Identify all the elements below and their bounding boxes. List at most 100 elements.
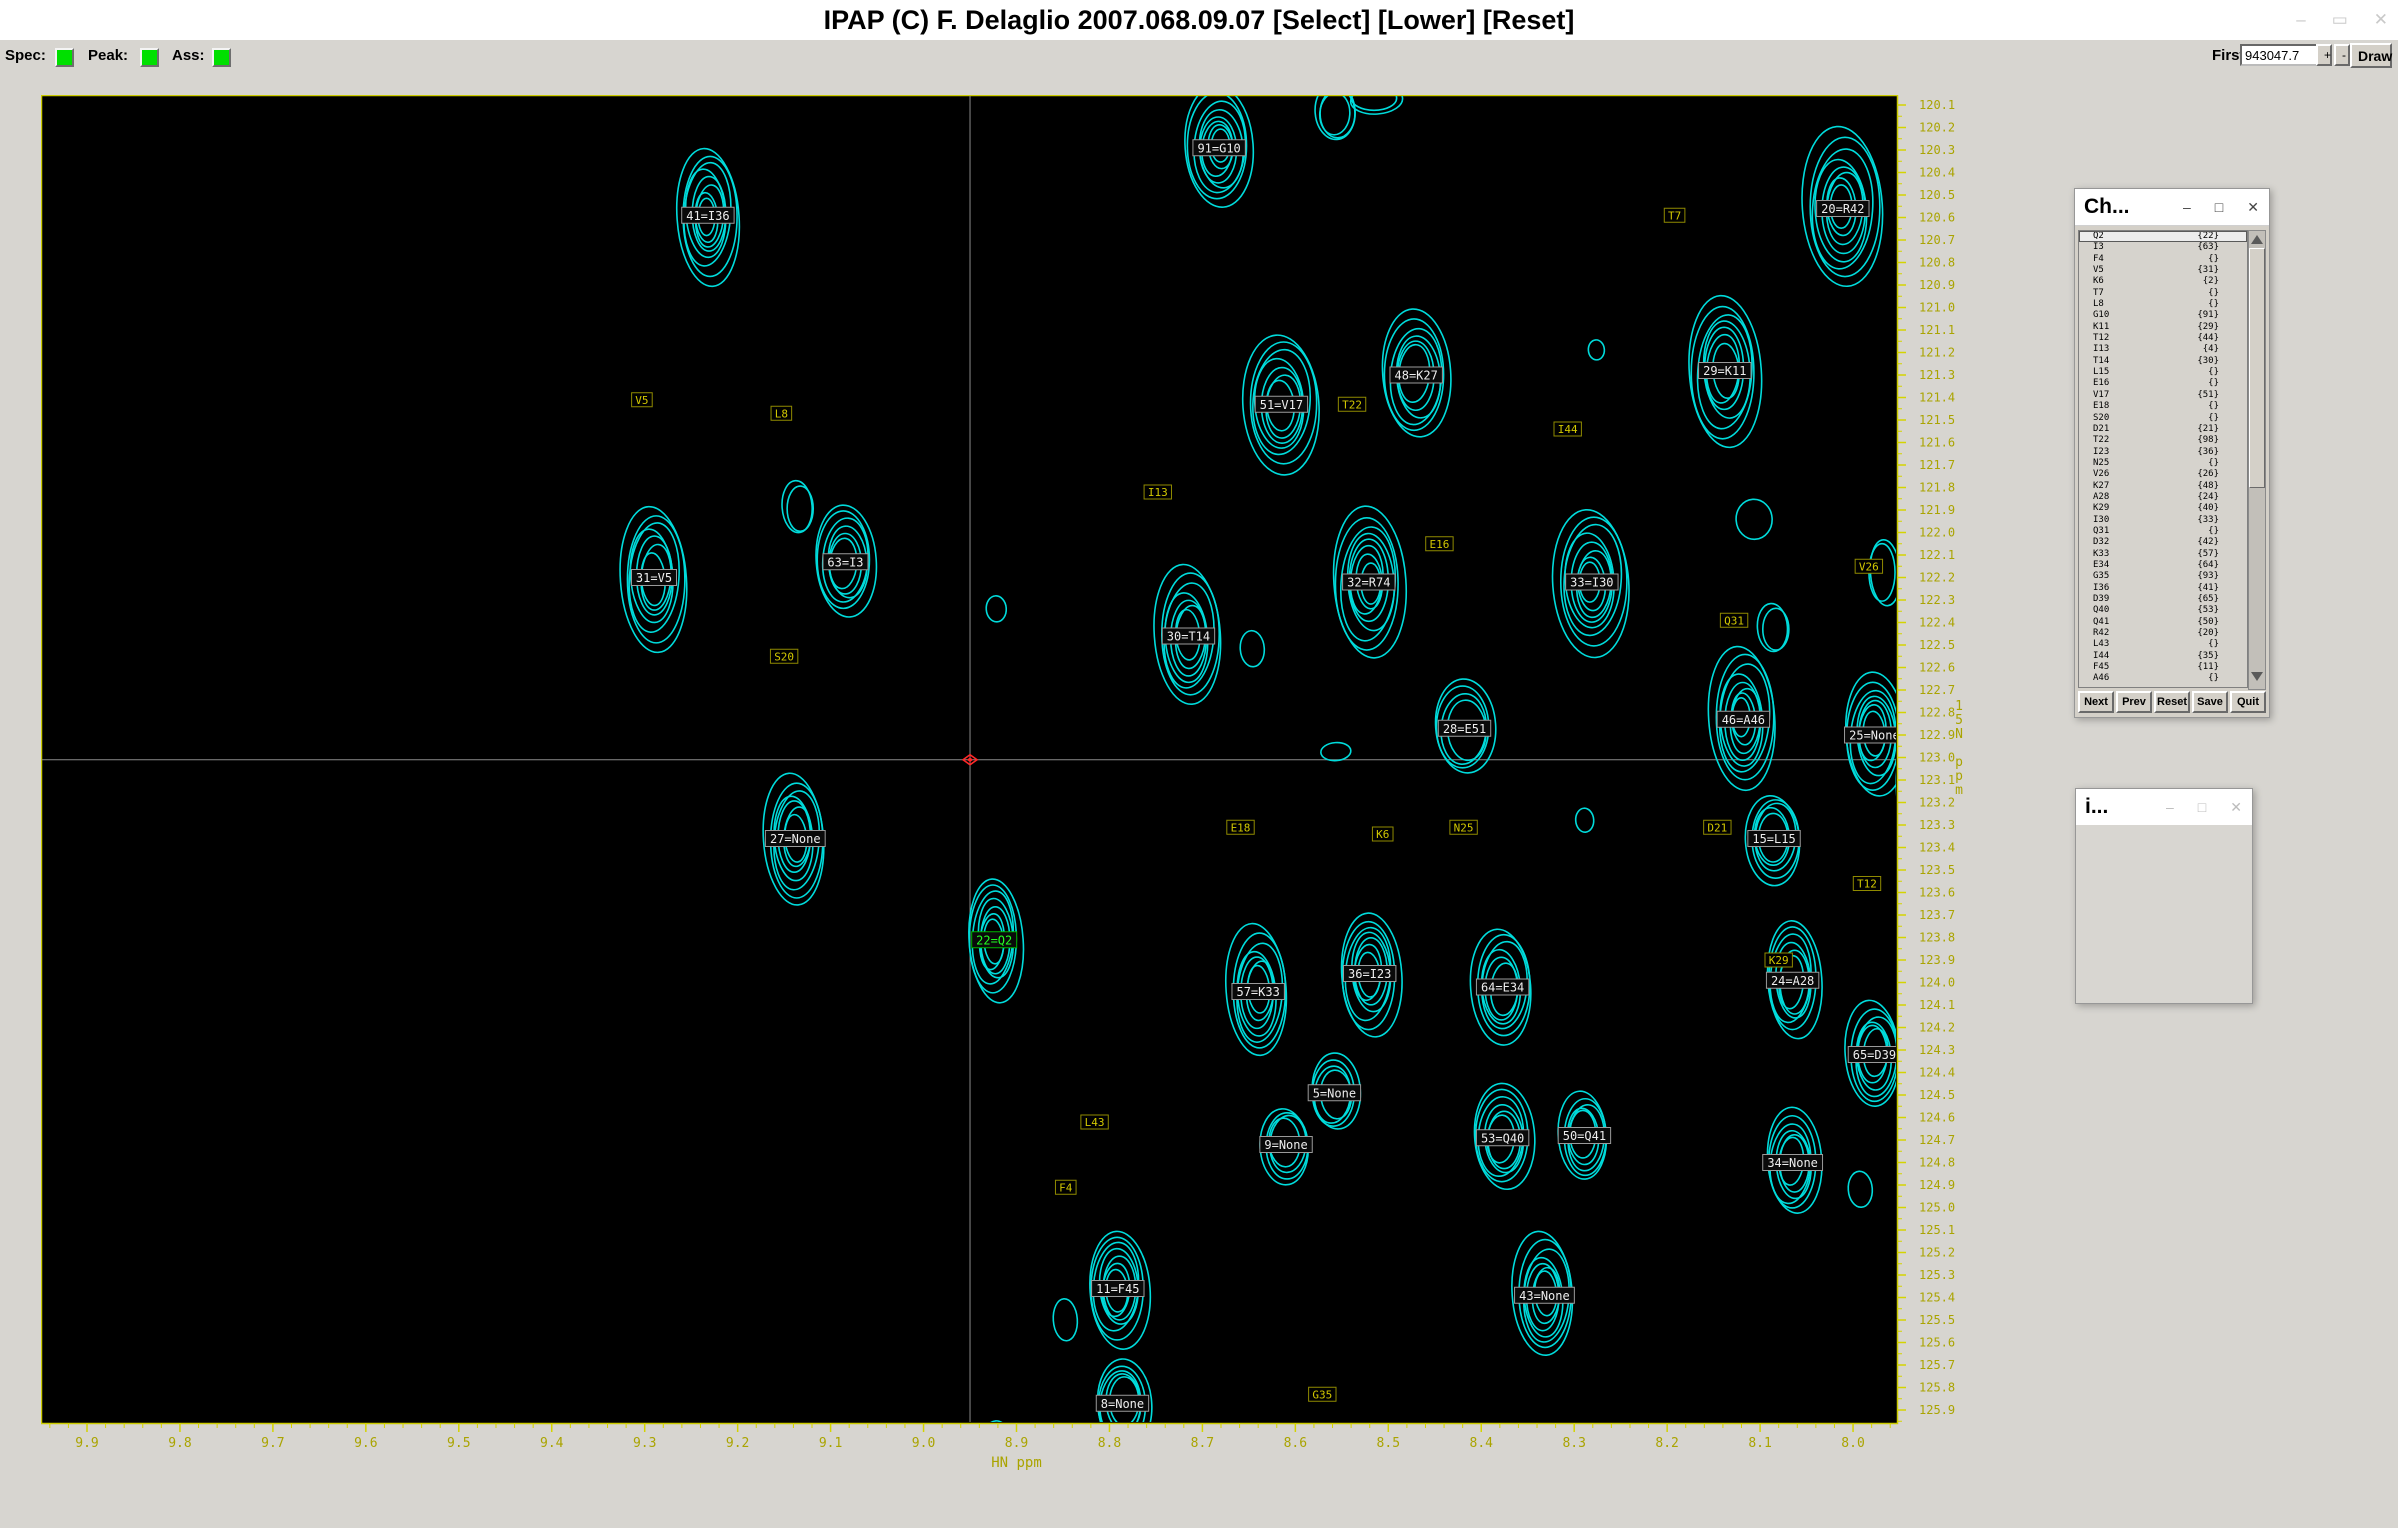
- peak-label[interactable]: 11=F45: [1096, 1282, 1139, 1296]
- scroll-up-icon[interactable]: [2251, 235, 2263, 244]
- peak-tag[interactable]: N25: [1450, 820, 1477, 834]
- scrollbar-thumb[interactable]: [2249, 248, 2265, 488]
- peak-label[interactable]: 30=T14: [1167, 630, 1210, 644]
- peak-label[interactable]: 53=Q40: [1481, 1131, 1524, 1145]
- peak-tag[interactable]: G35: [1309, 1387, 1336, 1401]
- peak-tag[interactable]: D21: [1704, 820, 1731, 834]
- ch-list-item[interactable]: Q2{22}: [2079, 231, 2247, 242]
- close-icon[interactable]: ✕: [2247, 199, 2259, 216]
- minimize-icon[interactable]: –: [2183, 199, 2191, 216]
- ch-list-item[interactable]: L43{}: [2079, 639, 2247, 650]
- ch-prev-button[interactable]: Prev: [2116, 691, 2152, 713]
- residue-list[interactable]: Q2{22}I3{63}F4{}V5{31}K6{2}T7{}L8{}G10{9…: [2078, 230, 2248, 688]
- peak-label[interactable]: 15=L15: [1752, 832, 1795, 846]
- minimize-icon[interactable]: –: [2296, 10, 2305, 30]
- peak-tag[interactable]: S20: [770, 649, 797, 663]
- peak-label[interactable]: 29=K11: [1703, 364, 1746, 378]
- peak-label[interactable]: 65=D39: [1853, 1048, 1896, 1062]
- ch-list-item[interactable]: F4{}: [2079, 254, 2247, 265]
- decrement-button[interactable]: -: [2334, 44, 2350, 66]
- peak-label[interactable]: 36=I23: [1348, 967, 1391, 981]
- peak-label[interactable]: 24=A28: [1771, 974, 1814, 988]
- ch-list-item[interactable]: K11{29}: [2079, 322, 2247, 333]
- peak-label[interactable]: 25=None: [1849, 729, 1900, 743]
- peak-label[interactable]: 51=V17: [1260, 398, 1303, 412]
- maximize-icon[interactable]: □: [2215, 199, 2223, 216]
- ch-list-item[interactable]: V17{51}: [2079, 390, 2247, 401]
- peak-indicator[interactable]: [140, 48, 159, 67]
- ch-list-item[interactable]: D39{65}: [2079, 594, 2247, 605]
- peak-label[interactable]: 22=Q2: [976, 933, 1012, 947]
- ch-list-item[interactable]: I44{35}: [2079, 651, 2247, 662]
- peak-tag[interactable]: T7: [1664, 208, 1685, 222]
- peak-label[interactable]: 5=None: [1313, 1086, 1356, 1100]
- draw-button[interactable]: Draw: [2350, 43, 2392, 68]
- peak-label[interactable]: 91=G10: [1197, 141, 1240, 155]
- ch-list-item[interactable]: T22{98}: [2079, 435, 2247, 446]
- peak-label[interactable]: 57=K33: [1236, 985, 1279, 999]
- peak-label[interactable]: 63=I3: [827, 555, 863, 569]
- peak-label[interactable]: 8=None: [1101, 1397, 1144, 1411]
- ch-list-item[interactable]: E34{64}: [2079, 560, 2247, 571]
- ch-list-item[interactable]: Q40{53}: [2079, 605, 2247, 616]
- ch-list-item[interactable]: T12{44}: [2079, 333, 2247, 344]
- ch-list-item[interactable]: E16{}: [2079, 378, 2247, 389]
- ch-list-item[interactable]: D32{42}: [2079, 537, 2247, 548]
- peak-tag[interactable]: L43: [1081, 1115, 1108, 1129]
- ch-list-item[interactable]: G10{91}: [2079, 310, 2247, 321]
- peak-tag[interactable]: I13: [1144, 485, 1171, 499]
- peak-tag[interactable]: F4: [1055, 1180, 1076, 1194]
- increment-button[interactable]: +: [2316, 44, 2332, 66]
- ch-list-item[interactable]: S20{}: [2079, 413, 2247, 424]
- ch-list-item[interactable]: Q41{50}: [2079, 617, 2247, 628]
- peak-tag[interactable]: E18: [1227, 820, 1254, 834]
- ch-list-item[interactable]: A28{24}: [2079, 492, 2247, 503]
- peak-label[interactable]: 50=Q41: [1563, 1129, 1606, 1143]
- ch-list-item[interactable]: A46{}: [2079, 673, 2247, 684]
- ch-window-titlebar[interactable]: Ch... – □ ✕: [2075, 189, 2269, 226]
- close-icon[interactable]: ✕: [2374, 10, 2388, 30]
- close-icon[interactable]: ✕: [2230, 799, 2242, 816]
- ch-list-item[interactable]: Q31{}: [2079, 526, 2247, 537]
- spectrum-plot[interactable]: 41=I3691=G1020=R4229=K1151=V1748=K2731=V…: [41, 95, 2001, 1485]
- peak-tag[interactable]: K6: [1372, 827, 1393, 841]
- first-input[interactable]: [2240, 44, 2318, 66]
- ass-indicator[interactable]: [212, 48, 231, 67]
- ch-quit-button[interactable]: Quit: [2230, 691, 2266, 713]
- peak-label[interactable]: 43=None: [1519, 1289, 1570, 1303]
- peak-tag[interactable]: T12: [1853, 877, 1880, 891]
- peak-tag[interactable]: Q31: [1720, 613, 1747, 627]
- ch-list-item[interactable]: K6{2}: [2079, 276, 2247, 287]
- spec-indicator[interactable]: [55, 48, 74, 67]
- ch-list-item[interactable]: V5{31}: [2079, 265, 2247, 276]
- ch-list-item[interactable]: I23{36}: [2079, 447, 2247, 458]
- ch-list-item[interactable]: K29{40}: [2079, 503, 2247, 514]
- ch-list-item[interactable]: V26{26}: [2079, 469, 2247, 480]
- residue-list-scrollbar[interactable]: [2248, 230, 2266, 690]
- ch-next-button[interactable]: Next: [2078, 691, 2114, 713]
- minimize-icon[interactable]: –: [2166, 799, 2174, 816]
- peak-label[interactable]: 20=R42: [1821, 202, 1864, 216]
- ch-list-item[interactable]: I13{4}: [2079, 344, 2247, 355]
- peak-tag[interactable]: I44: [1554, 422, 1581, 436]
- ch-list-item[interactable]: I3{63}: [2079, 242, 2247, 253]
- maximize-icon[interactable]: □: [2198, 799, 2206, 816]
- ch-list-item[interactable]: T14{30}: [2079, 356, 2247, 367]
- scroll-down-icon[interactable]: [2251, 672, 2263, 681]
- ch-list-item[interactable]: I36{41}: [2079, 583, 2247, 594]
- peak-tag[interactable]: T22: [1338, 397, 1365, 411]
- ch-list-item[interactable]: N25{}: [2079, 458, 2247, 469]
- ch-list-item[interactable]: I30{33}: [2079, 515, 2247, 526]
- ch-list-item[interactable]: K27{48}: [2079, 481, 2247, 492]
- peak-tag[interactable]: V26: [1855, 559, 1882, 573]
- peak-tag[interactable]: K29: [1765, 953, 1792, 967]
- peak-tag[interactable]: L8: [771, 406, 792, 420]
- maximize-icon[interactable]: ▭: [2332, 10, 2348, 30]
- peak-label[interactable]: 9=None: [1264, 1138, 1307, 1152]
- peak-tag[interactable]: E16: [1426, 537, 1453, 551]
- peak-label[interactable]: 41=I36: [686, 209, 729, 223]
- ch-list-item[interactable]: L15{}: [2079, 367, 2247, 378]
- peak-label[interactable]: 28=E51: [1443, 722, 1486, 736]
- peak-label[interactable]: 34=None: [1767, 1156, 1818, 1170]
- ch-list-item[interactable]: R42{20}: [2079, 628, 2247, 639]
